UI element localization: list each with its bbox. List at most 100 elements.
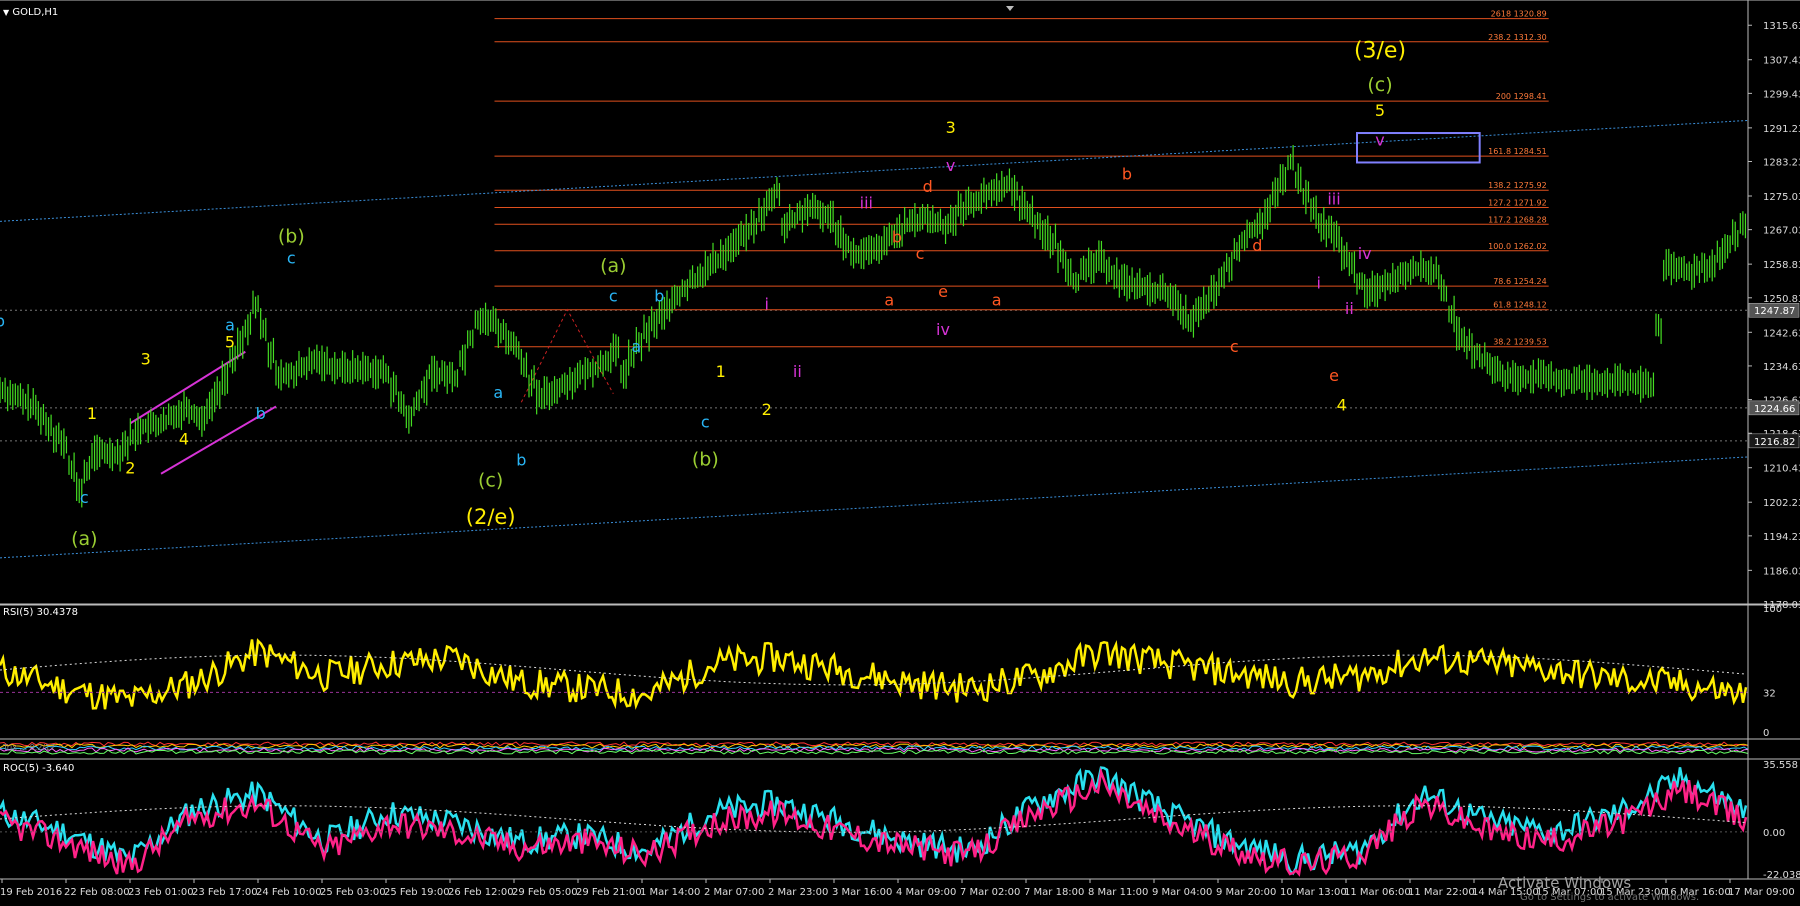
- time-tick-label: 23 Feb 17:00: [192, 887, 258, 898]
- wave-label: c: [609, 286, 618, 305]
- wave-label: iii: [1327, 190, 1340, 209]
- time-tick-label: 10 Mar 13:00: [1280, 887, 1347, 898]
- wave-label: iii: [860, 194, 873, 213]
- wave-label: v: [1375, 131, 1384, 150]
- wave-label: v: [946, 156, 955, 175]
- roc-tick-label: -22.038: [1763, 870, 1800, 881]
- fib-level-label: 161.8 1284.51: [1488, 147, 1547, 156]
- wave-label: 4: [1337, 396, 1347, 415]
- wave-label: (c): [1367, 74, 1392, 96]
- wave-label: d: [923, 177, 933, 196]
- price-tag-label: 1216.82: [1754, 437, 1795, 448]
- wave-label: a: [631, 337, 641, 356]
- wave-label: 1: [87, 404, 97, 423]
- price-tick-label: 1283.23: [1763, 158, 1800, 169]
- wave-label: c: [916, 244, 925, 263]
- rsi-tick-label: 100: [1763, 604, 1782, 615]
- roc-tick-label: 0.00: [1763, 828, 1785, 839]
- wave-label: 2: [125, 459, 135, 478]
- wave-label: (a): [600, 255, 626, 277]
- price-tick-label: 1202.23: [1763, 498, 1800, 509]
- wave-label: d: [1252, 236, 1262, 255]
- wave-label: a: [884, 290, 894, 309]
- chart-canvas[interactable]: 2618 1320.89238.2 1312.30200 1298.41161.…: [0, 0, 1800, 902]
- time-tick-label: 3 Mar 16:00: [832, 887, 892, 898]
- wave-label: c: [80, 488, 89, 507]
- rsi-tick-label: 32: [1763, 688, 1776, 699]
- price-tag-label: 1224.66: [1754, 404, 1795, 415]
- price-tick-label: 1299.43: [1763, 89, 1800, 100]
- wave-label: a: [992, 290, 1002, 309]
- price-tick-label: 1186.03: [1763, 566, 1800, 577]
- time-tick-label: 2 Mar 23:00: [768, 887, 828, 898]
- trix-title: Trix ... 0.2/17: [3, 743, 56, 752]
- wave-label: b: [256, 404, 266, 423]
- wave-label: ii: [793, 362, 802, 381]
- time-tick-label: 7 Mar 02:00: [960, 887, 1020, 898]
- roc-tick-label: 35.558: [1763, 760, 1798, 771]
- wave-label: c: [287, 248, 296, 267]
- price-tick-label: 1194.23: [1763, 532, 1800, 543]
- time-tick-label: 17 Mar 09:00: [1728, 887, 1795, 898]
- wave-label: 5: [225, 333, 235, 352]
- wave-label: 3: [946, 118, 956, 137]
- price-tick-label: 1267.03: [1763, 226, 1800, 237]
- wave-label: (b): [278, 225, 305, 247]
- fib-level-label: 238.2 1312.30: [1488, 33, 1547, 42]
- time-tick-label: 23 Feb 01:00: [128, 887, 194, 898]
- time-tick-label: 11 Mar 06:00: [1344, 887, 1411, 898]
- time-tick-label: 4 Mar 09:00: [896, 887, 956, 898]
- wave-label: iv: [936, 320, 950, 339]
- time-tick-label: 25 Feb 19:00: [384, 887, 450, 898]
- fib-level-label: 127.2 1271.92: [1488, 198, 1547, 207]
- time-tick-label: 29 Feb 05:00: [512, 887, 578, 898]
- wave-label: b: [654, 286, 664, 305]
- time-tick-label: 1 Mar 14:00: [640, 887, 700, 898]
- time-tick-label: 11 Mar 22:00: [1408, 887, 1475, 898]
- wave-label: iv: [1358, 244, 1372, 263]
- time-tick-label: 9 Mar 20:00: [1216, 887, 1276, 898]
- fib-level-label: 100.0 1262.02: [1488, 242, 1547, 251]
- dropdown-triangle-icon[interactable]: ▼: [3, 8, 9, 17]
- wave-label: b: [0, 312, 5, 331]
- wave-label: ii: [1345, 299, 1354, 318]
- wave-label: e: [1329, 366, 1339, 385]
- price-tick-label: 1210.43: [1763, 464, 1800, 475]
- time-tick-label: 7 Mar 18:00: [1024, 887, 1084, 898]
- symbol-title: ▼ GOLD,H1: [3, 7, 58, 18]
- wave-label: (c): [478, 469, 503, 491]
- wave-label: 2: [762, 400, 772, 419]
- chart-window[interactable]: 2618 1320.89 238.2 1312.30 200 1298.41 161.…: [0, 0, 1800, 903]
- wave-label: b: [1122, 164, 1132, 183]
- time-tick-label: 2 Mar 07:00: [704, 887, 764, 898]
- time-tick-label: 8 Mar 11:00: [1088, 887, 1148, 898]
- wave-label: 5: [1375, 101, 1385, 120]
- time-tick-label: 29 Feb 21:00: [576, 887, 642, 898]
- wave-label: (3/e): [1354, 38, 1406, 63]
- watermark-subtitle: Go to Settings to activate Windows.: [1520, 892, 1700, 903]
- price-tick-label: 1234.63: [1763, 362, 1800, 373]
- wave-label: 1: [716, 362, 726, 381]
- rsi-tick-label: 0: [1763, 728, 1769, 739]
- wave-label: (b): [692, 448, 719, 470]
- price-tag-label: 1247.87: [1754, 306, 1795, 317]
- price-tick-label: 1315.63: [1763, 21, 1800, 32]
- wave-label: b: [892, 227, 902, 246]
- wave-label: c: [1230, 337, 1239, 356]
- chart-background: [0, 0, 1800, 902]
- wave-label: e: [938, 282, 948, 301]
- price-tick-label: 1307.43: [1763, 56, 1800, 67]
- time-tick-label: 22 Feb 08:00: [64, 887, 130, 898]
- fib-level-label: 78.6 1254.24: [1493, 277, 1546, 286]
- wave-label: (2/e): [466, 505, 516, 529]
- wave-label: 4: [179, 429, 189, 448]
- wave-label: i: [1316, 274, 1320, 293]
- wave-label: (a): [71, 528, 97, 550]
- price-tick-label: 1258.83: [1763, 260, 1800, 271]
- time-tick-label: 9 Mar 04:00: [1152, 887, 1212, 898]
- price-tick-label: 1242.63: [1763, 328, 1800, 339]
- fib-level-label: 2618 1320.89: [1491, 10, 1547, 19]
- fib-level-label: 38.2 1239.53: [1493, 338, 1546, 347]
- symbol-title-text: GOLD,H1: [12, 7, 59, 18]
- fib-level-label: 117.2 1268.28: [1488, 215, 1547, 224]
